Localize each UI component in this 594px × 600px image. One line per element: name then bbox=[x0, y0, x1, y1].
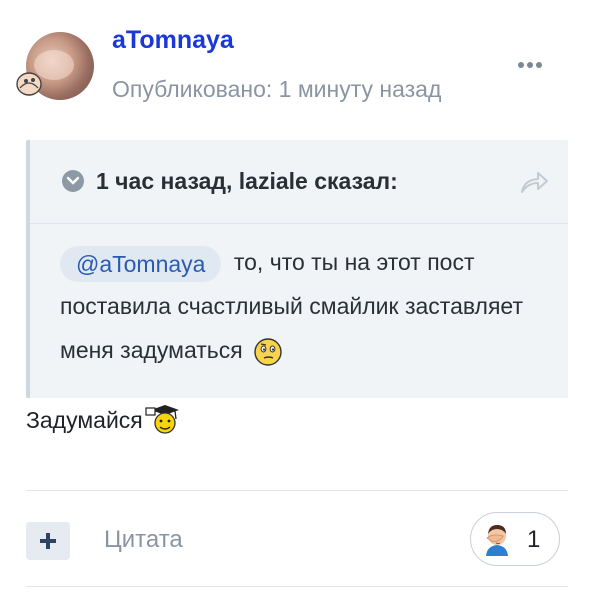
share-arrow-icon[interactable] bbox=[518, 168, 550, 196]
plus-icon[interactable] bbox=[26, 522, 70, 560]
reply-text-block: Задумайся bbox=[26, 404, 181, 434]
divider bbox=[26, 490, 568, 491]
divider bbox=[26, 586, 568, 587]
quote-body: @aTomnaya то, что ты на этот пост постав… bbox=[60, 240, 560, 372]
rank-badge-icon bbox=[16, 72, 42, 96]
graduate-smiley-icon bbox=[145, 405, 179, 434]
quote-block: 1 час назад, laziale сказал: @aTomnaya т… bbox=[26, 140, 568, 398]
thinking-emoji-icon bbox=[254, 338, 282, 366]
reaction-button[interactable]: 1 bbox=[470, 512, 560, 566]
reaction-count: 1 bbox=[527, 526, 541, 553]
chevron-down-icon[interactable] bbox=[62, 170, 84, 192]
quote-button[interactable]: Цитата bbox=[104, 526, 183, 554]
post-timestamp: Опубликовано: 1 минуту назад bbox=[112, 76, 442, 102]
author-username[interactable]: aTomnaya bbox=[112, 26, 234, 55]
quote-title: 1 час назад, laziale сказал: bbox=[96, 168, 398, 194]
reply-text: Задумайся bbox=[26, 407, 143, 433]
author-avatar-group[interactable] bbox=[14, 32, 96, 106]
quote-header[interactable]: 1 час назад, laziale сказал: bbox=[30, 140, 568, 224]
more-dots-icon[interactable] bbox=[518, 62, 548, 76]
user-mention[interactable]: @aTomnaya bbox=[60, 245, 222, 282]
post-header: aTomnaya Опубликовано: 1 минуту назад bbox=[0, 0, 594, 120]
facepalm-emoji-icon bbox=[486, 525, 508, 556]
